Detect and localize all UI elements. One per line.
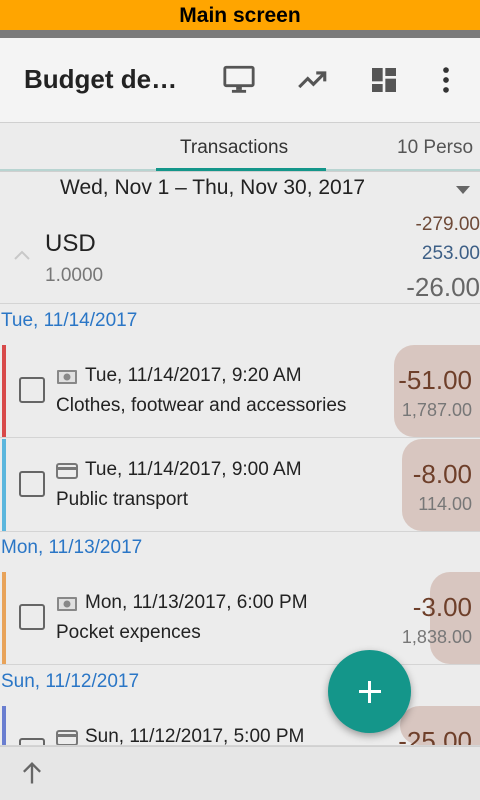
transaction-checkbox[interactable] [19, 471, 45, 497]
transaction-checkbox[interactable] [19, 377, 45, 403]
tab-bar: Transactions 10 Perso [0, 122, 480, 172]
transaction-row[interactable]: Sun, 11/12/2017, 5:00 PM -25.00 [0, 706, 480, 746]
category-color-bar [2, 439, 6, 531]
plus-icon-stroke [368, 680, 371, 703]
transaction-row[interactable]: Tue, 11/14/2017, 9:00 AM Public transpor… [0, 439, 480, 532]
trending-up-icon[interactable] [294, 62, 330, 98]
app-toolbar: Budget de… [0, 38, 480, 122]
more-vert-icon[interactable] [428, 62, 464, 98]
currency-code: USD [45, 230, 96, 257]
bottom-bar [0, 746, 480, 800]
running-balance: 1,838.00 [401, 627, 472, 647]
transaction-category: Public transport [56, 489, 189, 510]
cash-icon [56, 369, 78, 385]
screen-label-banner: Main screen [0, 0, 480, 30]
card-icon [56, 730, 78, 745]
transaction-datetime: Tue, 11/14/2017, 9:00 AM [85, 459, 302, 480]
add-transaction-button[interactable] [328, 650, 411, 733]
transaction-checkbox[interactable] [19, 738, 45, 745]
transaction-amount: -8.00 [412, 459, 472, 489]
category-color-bar [2, 706, 6, 745]
exchange-rate: 1.0000 [45, 265, 104, 286]
banner-divider [0, 30, 480, 38]
cash-icon [56, 596, 78, 612]
card-icon [56, 463, 78, 479]
date-range-text: Wed, Nov 1 – Thu, Nov 30, 2017 [60, 176, 366, 199]
currency-summary[interactable]: USD 1.0000 -279.00 253.00 -26.00 [0, 208, 480, 304]
category-color-bar [2, 572, 6, 664]
tab-transactions[interactable]: Transactions [180, 137, 288, 159]
transaction-datetime: Mon, 11/13/2017, 6:00 PM [85, 592, 308, 613]
transaction-category: Clothes, footwear and accessories [56, 395, 347, 416]
transaction-row[interactable]: Tue, 11/14/2017, 9:20 AM Clothes, footwe… [0, 345, 480, 438]
summary-net: -26.00 [406, 272, 480, 302]
transaction-checkbox[interactable] [19, 604, 45, 630]
dashboard-icon[interactable] [366, 62, 402, 98]
running-balance: 114.00 [418, 494, 472, 514]
summary-income: 253.00 [421, 243, 480, 264]
page-title: Budget de… [24, 64, 178, 94]
transaction-datetime: Tue, 11/14/2017, 9:20 AM [85, 365, 302, 386]
tab-persons[interactable]: 10 Perso [397, 137, 473, 159]
transaction-amount: -3.00 [412, 592, 472, 622]
transaction-amount: -25.00 [398, 726, 472, 746]
arrow-up-icon[interactable] [18, 759, 46, 787]
date-group-header: Tue, 11/14/2017 [1, 310, 138, 331]
category-color-bar [2, 345, 6, 437]
summary-expense: -279.00 [415, 214, 480, 235]
transaction-category: Pocket expences [56, 622, 201, 643]
monitor-icon[interactable] [221, 62, 257, 98]
transaction-amount: -51.00 [398, 365, 472, 395]
chevron-up-icon[interactable] [12, 246, 32, 266]
date-range-selector[interactable]: Wed, Nov 1 – Thu, Nov 30, 2017 [0, 172, 480, 208]
running-balance: 1,787.00 [401, 400, 472, 420]
date-group-header: Mon, 11/13/2017 [1, 537, 143, 558]
transaction-datetime: Sun, 11/12/2017, 5:00 PM [85, 726, 305, 746]
transaction-row[interactable]: Mon, 11/13/2017, 6:00 PM Pocket expences… [0, 572, 480, 665]
dropdown-arrow-icon [456, 186, 470, 194]
active-tab-indicator [156, 168, 326, 171]
